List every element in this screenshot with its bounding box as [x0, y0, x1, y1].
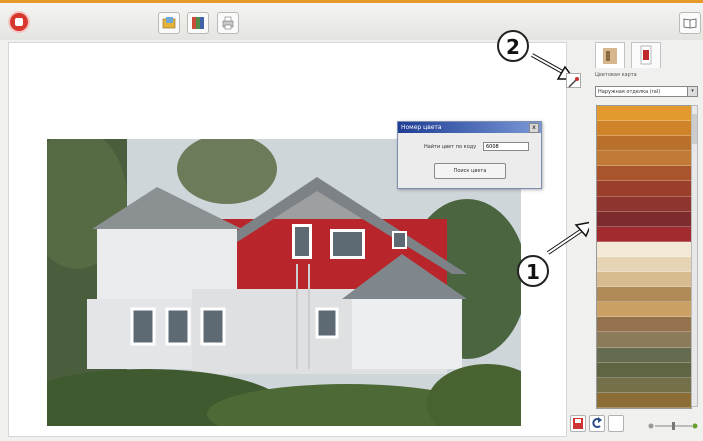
save-button[interactable]: [570, 415, 586, 432]
zoom-slider[interactable]: [648, 422, 698, 430]
color-swatch[interactable]: [597, 332, 691, 348]
color-swatch[interactable]: [597, 377, 691, 393]
save-icon: [573, 418, 583, 429]
color-swatch[interactable]: [597, 347, 691, 363]
arrow-1-icon: [546, 221, 594, 255]
color-swatch[interactable]: [597, 181, 691, 197]
color-panel: Цветовая карта Наружная отделка (ral) ▾: [570, 42, 703, 441]
color-swatch[interactable]: [597, 302, 691, 318]
undo-icon: [592, 417, 602, 428]
interior-tab-icon: [640, 45, 652, 65]
scrollbar-thumb[interactable]: [692, 114, 697, 144]
color-swatch[interactable]: [597, 226, 691, 242]
color-swatch[interactable]: [597, 317, 691, 333]
color-swatch[interactable]: [597, 211, 691, 227]
color-map-label: Цветовая карта: [595, 72, 637, 78]
eyedropper-icon: [568, 77, 579, 88]
undo-button[interactable]: [589, 415, 605, 432]
facade-tab-icon: [603, 48, 617, 64]
tab-facade[interactable]: [595, 42, 625, 68]
color-swatch-list[interactable]: [596, 105, 692, 409]
blank-button[interactable]: [608, 415, 624, 432]
color-swatch[interactable]: [597, 287, 691, 303]
color-swatch[interactable]: [597, 136, 691, 152]
color-swatch[interactable]: [597, 407, 691, 408]
callout-1: 1: [517, 255, 549, 287]
chevron-down-icon: ▾: [687, 87, 697, 96]
callout-2: 2: [497, 30, 529, 62]
color-swatch[interactable]: [597, 241, 691, 257]
color-swatch[interactable]: [597, 106, 691, 122]
palette-dropdown[interactable]: Наружная отделка (ral) ▾: [595, 86, 698, 97]
palette-dropdown-value: Наружная отделка (ral): [598, 89, 661, 95]
color-swatch[interactable]: [597, 121, 691, 137]
color-swatch[interactable]: [597, 392, 691, 408]
color-swatch[interactable]: [597, 166, 691, 182]
tab-interior[interactable]: [631, 42, 661, 68]
swatch-scrollbar[interactable]: [691, 105, 698, 407]
color-swatch[interactable]: [597, 362, 691, 378]
color-swatch[interactable]: [597, 256, 691, 273]
color-swatch[interactable]: [597, 272, 691, 288]
color-swatch[interactable]: [597, 151, 691, 167]
color-swatch[interactable]: [597, 196, 691, 212]
eyedropper-button[interactable]: [566, 73, 581, 88]
